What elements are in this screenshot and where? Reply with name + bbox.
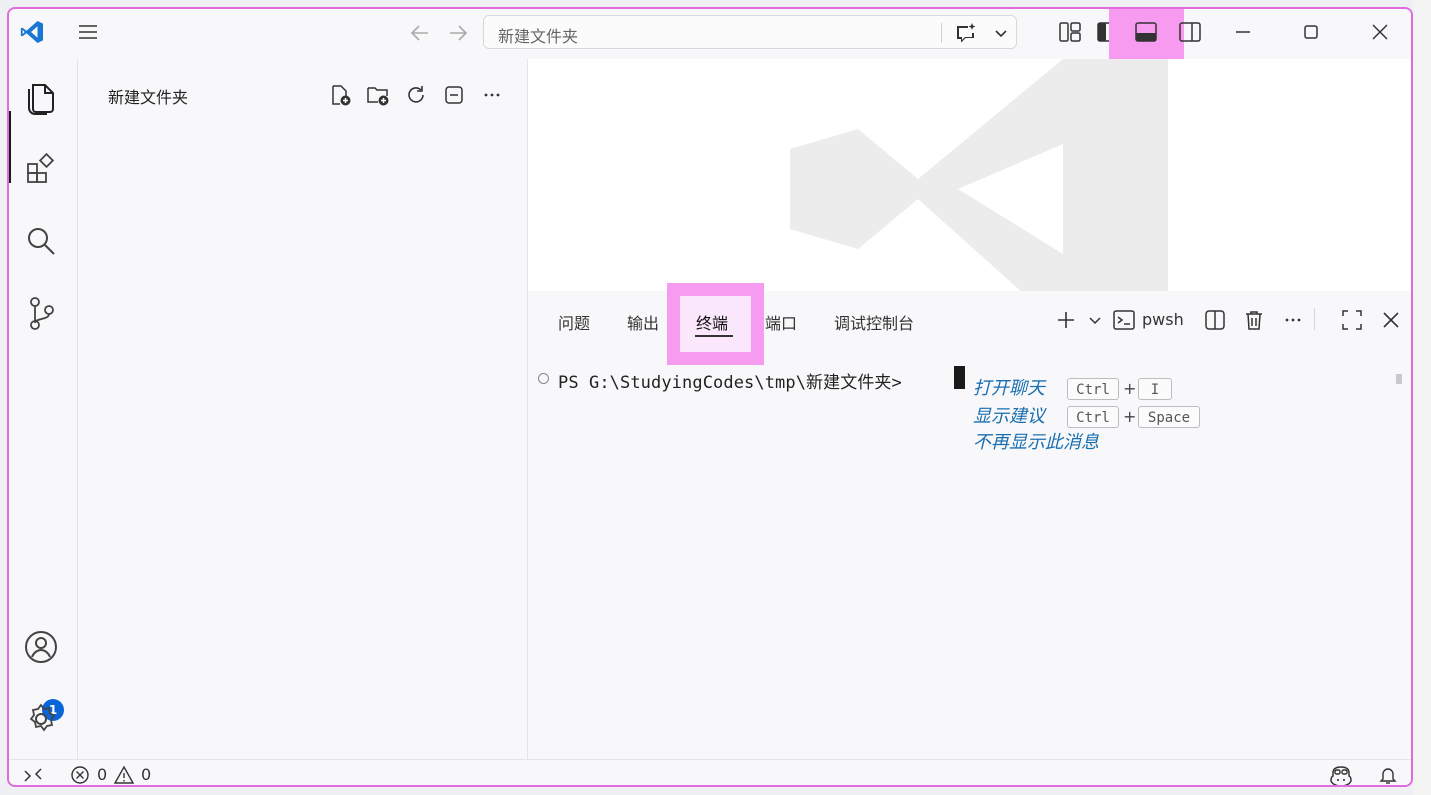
terminal-scrollbar[interactable] bbox=[1396, 374, 1402, 384]
command-decoration-icon bbox=[538, 373, 549, 384]
title-bar: 新建文件夹 bbox=[9, 9, 1411, 63]
bottom-panel: 问题 输出 终端 端口 调试控制台 pwsh PS G:\StudyingCod… bbox=[528, 283, 1411, 759]
chevron-down-icon[interactable] bbox=[1086, 308, 1104, 332]
hamburger-menu-icon[interactable] bbox=[77, 21, 99, 43]
chevron-down-icon[interactable] bbox=[992, 24, 1010, 42]
hint-show-suggestions[interactable]: 显示建议 bbox=[973, 402, 1045, 428]
terminal-profile-label[interactable]: pwsh bbox=[1142, 310, 1184, 329]
activity-bar: 1 AC bbox=[9, 59, 78, 785]
maximize-icon[interactable] bbox=[1299, 20, 1323, 44]
command-center-search[interactable]: 新建文件夹 bbox=[483, 15, 1017, 49]
warning-count[interactable]: 0 bbox=[141, 765, 151, 784]
warning-icon[interactable] bbox=[114, 765, 134, 785]
active-indicator bbox=[9, 111, 11, 183]
forward-arrow-icon[interactable] bbox=[447, 22, 469, 44]
command-center-divider bbox=[941, 23, 942, 43]
error-icon[interactable] bbox=[70, 765, 90, 785]
collapse-all-icon[interactable] bbox=[442, 83, 466, 107]
tab-debug-console[interactable]: 调试控制台 bbox=[834, 310, 914, 334]
command-center-label: 新建文件夹 bbox=[498, 27, 579, 46]
explorer-icon[interactable] bbox=[23, 79, 59, 115]
toggle-panel-icon[interactable] bbox=[1133, 19, 1159, 45]
terminal-icon bbox=[1113, 310, 1135, 330]
refresh-icon[interactable] bbox=[404, 83, 428, 107]
kbd-ctrl: Ctrl bbox=[1067, 378, 1119, 400]
tab-ports[interactable]: 端口 bbox=[765, 310, 797, 334]
source-control-icon[interactable] bbox=[23, 295, 59, 331]
new-file-icon[interactable] bbox=[328, 83, 352, 107]
back-arrow-icon[interactable] bbox=[409, 22, 431, 44]
vscode-window: 新建文件夹 1 新建文件夹 问题 输出 终端 端口 调试控制台 pwsh PS … bbox=[7, 7, 1413, 787]
more-actions-icon[interactable] bbox=[1281, 308, 1305, 332]
kbd-space: Space bbox=[1138, 406, 1200, 428]
chat-sparkle-icon[interactable] bbox=[954, 21, 978, 45]
minimize-icon[interactable] bbox=[1231, 20, 1255, 44]
toggle-secondary-sidebar-icon[interactable] bbox=[1177, 19, 1203, 45]
terminal-prompt: PS G:\StudyingCodes\tmp\新建文件夹> bbox=[558, 373, 902, 393]
error-count[interactable]: 0 bbox=[97, 765, 107, 784]
more-actions-icon[interactable] bbox=[480, 83, 504, 107]
explorer-folder-title: 新建文件夹 bbox=[108, 88, 189, 107]
trash-icon[interactable] bbox=[1242, 308, 1266, 332]
status-bar: 0 0 bbox=[9, 759, 1411, 787]
new-terminal-plus-icon[interactable] bbox=[1054, 308, 1078, 332]
vscode-logo-icon bbox=[20, 21, 43, 43]
search-icon[interactable] bbox=[23, 223, 59, 259]
customize-layout-icon[interactable] bbox=[1057, 19, 1083, 45]
remote-indicator-icon[interactable] bbox=[23, 765, 43, 785]
key-plus: + bbox=[1123, 379, 1137, 398]
new-folder-icon[interactable] bbox=[366, 83, 390, 107]
close-window-icon[interactable] bbox=[1368, 20, 1392, 44]
background-window-edge bbox=[1413, 0, 1431, 795]
accounts-icon[interactable] bbox=[23, 629, 59, 665]
active-tab-underline bbox=[695, 335, 733, 337]
explorer-sidebar: 新建文件夹 bbox=[78, 59, 528, 759]
kbd-ctrl: Ctrl bbox=[1067, 406, 1119, 428]
tab-terminal[interactable]: 终端 bbox=[696, 310, 728, 334]
vscode-watermark-icon bbox=[790, 59, 1168, 291]
panel-toolbar-divider bbox=[1314, 308, 1315, 330]
close-panel-icon[interactable] bbox=[1379, 308, 1403, 332]
bell-icon[interactable] bbox=[1378, 765, 1398, 785]
copilot-icon[interactable] bbox=[1329, 765, 1353, 787]
maximize-panel-icon[interactable] bbox=[1340, 308, 1364, 332]
gear-icon[interactable] bbox=[23, 701, 59, 737]
split-terminal-icon[interactable] bbox=[1203, 308, 1227, 332]
terminal-cursor bbox=[954, 366, 965, 389]
editor-area bbox=[528, 59, 1411, 291]
hint-dont-show-again[interactable]: 不再显示此消息 bbox=[973, 428, 1099, 454]
kbd-i: I bbox=[1138, 378, 1172, 400]
extensions-icon[interactable] bbox=[23, 151, 59, 187]
tab-output[interactable]: 输出 bbox=[627, 310, 659, 334]
hint-open-chat[interactable]: 打开聊天 bbox=[973, 374, 1045, 400]
tab-problems[interactable]: 问题 bbox=[558, 310, 590, 334]
key-plus: + bbox=[1123, 407, 1137, 426]
